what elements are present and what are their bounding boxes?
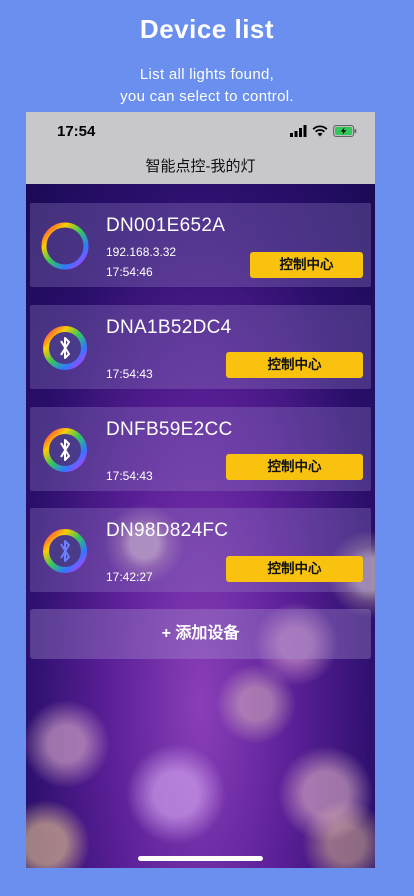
- phone-screen: 17:54 智能点控-我的灯 DN001E652A 192.168.3.32 1…: [26, 112, 375, 868]
- device-name: DNA1B52DC4: [106, 317, 232, 338]
- hero-title: Device list: [139, 14, 275, 44]
- device-time: 17:42:27: [106, 570, 153, 584]
- device-ip: 192.168.3.32: [106, 245, 177, 259]
- device-time: 17:54:43: [106, 367, 153, 381]
- status-time: 17:54: [57, 123, 96, 140]
- color-ring-icon: [41, 222, 89, 270]
- bluetooth-color-ring-icon: [43, 529, 87, 573]
- home-indicator[interactable]: [138, 856, 263, 861]
- hero-subtitle: List all lights found, you can select to…: [0, 64, 414, 108]
- bluetooth-color-ring-icon: [43, 326, 87, 370]
- hero-subtitle-line-1: List all lights found,: [139, 66, 275, 83]
- device-card[interactable]: DNA1B52DC4 17:54:43 控制中心: [30, 305, 371, 389]
- control-center-button[interactable]: 控制中心: [250, 252, 363, 278]
- control-center-button[interactable]: 控制中心: [226, 556, 363, 582]
- device-name: DN001E652A: [106, 215, 226, 236]
- status-bar: 17:54: [26, 112, 375, 150]
- control-center-button[interactable]: 控制中心: [226, 454, 363, 480]
- device-time: 17:54:46: [106, 265, 153, 279]
- device-name: DNFB59E2CC: [106, 419, 233, 440]
- device-card[interactable]: DNFB59E2CC 17:54:43 控制中心: [30, 407, 371, 491]
- control-center-button[interactable]: 控制中心: [226, 352, 363, 378]
- bluetooth-color-ring-icon: [43, 428, 87, 472]
- nav-title: 智能点控-我的灯: [26, 150, 375, 184]
- device-time: 17:54:43: [106, 469, 153, 483]
- add-device-button[interactable]: + 添加设备: [30, 609, 371, 659]
- hero-subtitle-line-2: you can select to control.: [120, 88, 294, 105]
- battery-charging-icon: [333, 125, 357, 137]
- device-card[interactable]: DN98D824FC 17:42:27 控制中心: [30, 508, 371, 592]
- wifi-icon: [312, 125, 328, 137]
- device-name: DN98D824FC: [106, 520, 229, 541]
- device-card[interactable]: DN001E652A 192.168.3.32 17:54:46 控制中心: [30, 203, 371, 287]
- signal-icon: [290, 125, 307, 137]
